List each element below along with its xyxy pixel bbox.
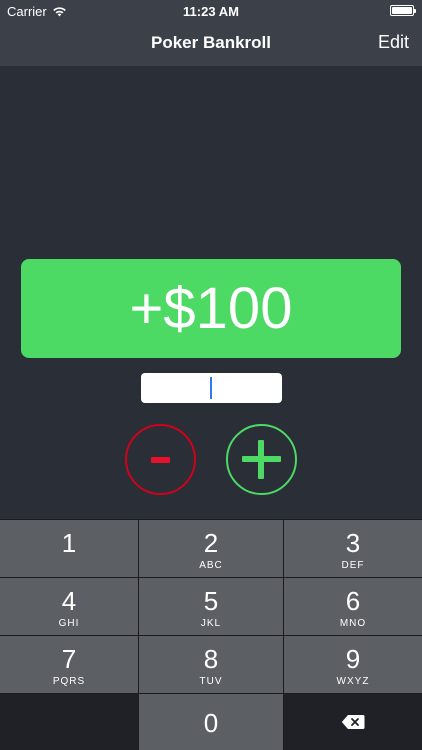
edit-button[interactable]: Edit [378,32,409,53]
delete-key[interactable] [284,694,422,750]
key-3[interactable]: 3 DEF [284,520,422,577]
text-caret [210,377,212,399]
battery-icon [390,5,416,16]
page-title: Poker Bankroll [151,33,271,52]
key-6[interactable]: 6 MNO [284,578,422,635]
key-8[interactable]: 8 TUV [139,636,283,693]
backspace-icon [341,715,365,729]
amount-display: +$100 [21,259,401,358]
key-7[interactable]: 7 PQRS [0,636,138,693]
key-0[interactable]: 0 [139,694,283,750]
key-2[interactable]: 2 ABC [139,520,283,577]
status-time: 11:23 AM [183,4,239,19]
header: Carrier 11:23 AM Poker Bankroll Edit [0,0,422,66]
key-9[interactable]: 9 WXYZ [284,636,422,693]
add-button[interactable] [226,424,297,495]
minus-icon [151,457,170,463]
subtract-button[interactable] [125,424,196,495]
key-blank [0,694,138,750]
numeric-keypad: 1 2 ABC 3 DEF 4 GHI 5 JKL 6 MNO 7 PQRS 8… [0,519,422,750]
key-4[interactable]: 4 GHI [0,578,138,635]
status-bar: Carrier 11:23 AM [0,0,422,22]
key-5[interactable]: 5 JKL [139,578,283,635]
key-1[interactable]: 1 [0,520,138,577]
